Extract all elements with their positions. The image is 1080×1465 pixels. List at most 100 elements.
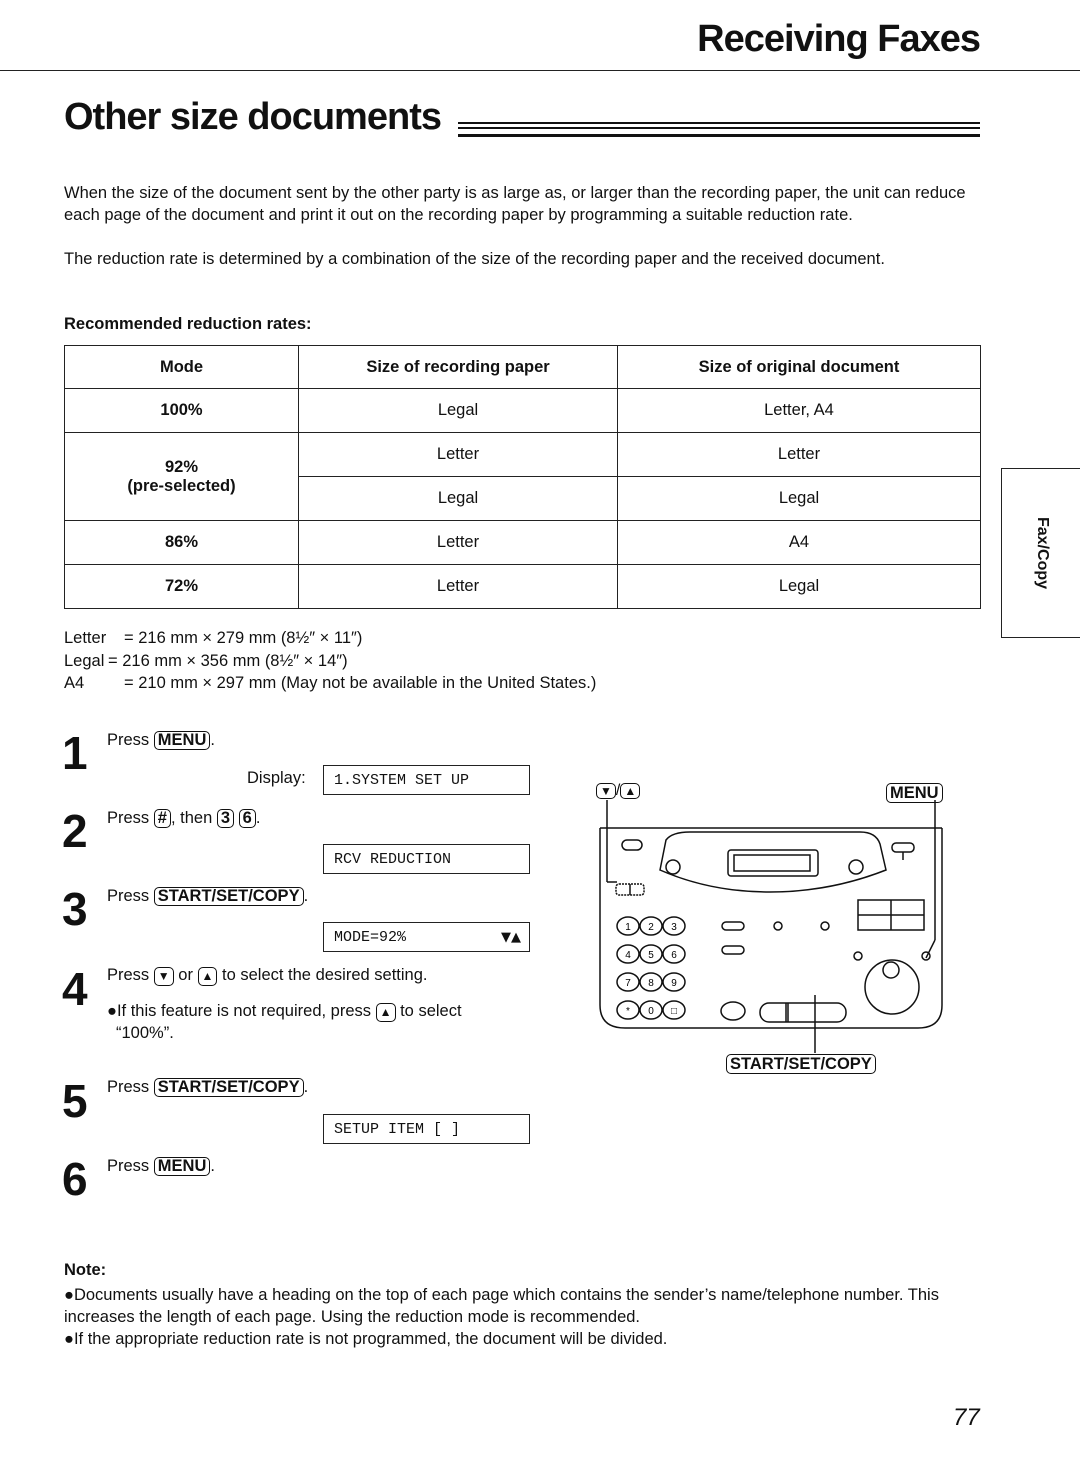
step-suffix: . xyxy=(210,1157,215,1175)
mode-note: (pre-selected) xyxy=(127,476,236,495)
size-name: Letter xyxy=(64,629,107,647)
bullet-text: ●If this feature is not required, press xyxy=(107,1002,372,1020)
step-6-text: Press MENU. xyxy=(107,1157,215,1176)
size-definition: A4 = 210 mm × 297 mm (May not be availabl… xyxy=(64,672,596,695)
step-prefix: Press xyxy=(107,1157,150,1175)
start-set-copy-key: START/SET/COPY xyxy=(153,1078,304,1097)
step-1-text: Press MENU. xyxy=(107,731,215,750)
size-value: = 210 mm × 297 mm (May not be available … xyxy=(124,674,597,692)
paper-cell: Letter xyxy=(298,564,618,609)
table-row: 72% Letter Legal xyxy=(64,564,981,609)
speaker-slot-right xyxy=(891,842,915,853)
keypad-key-label: 9 xyxy=(671,978,677,989)
keypad-key-label: 0 xyxy=(648,1006,654,1017)
title-rule xyxy=(458,122,980,137)
hash-key: # xyxy=(153,809,171,828)
table-row: 92% (pre-selected) Letter Letter xyxy=(64,432,981,521)
keypad-key-label: 8 xyxy=(648,978,654,989)
step-4-bullet: ●If this feature is not required, press … xyxy=(107,1000,537,1044)
table-row: 86% Letter A4 xyxy=(64,520,981,565)
step-4-text: Press ▼ or ▲ to select the desired setti… xyxy=(107,966,427,986)
step-number: 3 xyxy=(62,883,88,935)
column-header: Size of original document xyxy=(617,345,981,389)
paper-cell: Letter xyxy=(298,432,618,477)
lcd-display: 1.SYSTEM SET UP xyxy=(323,765,530,795)
table-caption: Recommended reduction rates: xyxy=(64,315,312,333)
step-5-text: Press START/SET/COPY. xyxy=(107,1078,308,1097)
step-3-text: Press START/SET/COPY. xyxy=(107,887,308,906)
original-cell: Legal xyxy=(617,476,981,521)
header-divider xyxy=(0,70,1080,71)
step-suffix: to select the desired setting. xyxy=(222,966,428,984)
function-key xyxy=(721,945,745,955)
table-row: 100% Legal Letter, A4 xyxy=(64,388,981,433)
size-definition: Letter = 216 mm × 279 mm (8½″ × 11″) xyxy=(64,627,596,650)
section-title: Receiving Faxes xyxy=(697,18,981,60)
step-prefix: Press xyxy=(107,887,150,905)
fax-panel-drawing: 1 2 3 4 5 6 7 8 9 * 0 □ xyxy=(599,800,943,1053)
step-number: 6 xyxy=(62,1153,88,1205)
step-suffix: . xyxy=(303,887,309,905)
note-item: ●If the appropriate reduction rate is no… xyxy=(64,1330,668,1348)
step-prefix: Press xyxy=(107,966,150,984)
keypad-key-label: 1 xyxy=(625,922,631,933)
start-set-copy-key: START/SET/COPY xyxy=(153,887,304,906)
step-prefix: Press xyxy=(107,809,150,827)
size-name: Legal xyxy=(64,651,105,670)
step-joiner: or xyxy=(178,966,193,984)
speaker-slot-left xyxy=(621,839,643,851)
panel-button xyxy=(848,859,864,875)
original-cell: A4 xyxy=(617,520,981,565)
page-number: 77 xyxy=(953,1404,980,1431)
up-arrow-key: ▲ xyxy=(197,967,218,986)
keypad-key-label: 6 xyxy=(671,950,677,961)
paper-cell: Legal xyxy=(298,388,618,433)
mode-cell: 72% xyxy=(64,564,299,609)
step-suffix: . xyxy=(255,809,261,827)
start-set-copy-button xyxy=(759,1002,847,1023)
mode-cell: 86% xyxy=(64,520,299,565)
lcd-window xyxy=(727,849,819,877)
size-name: A4 xyxy=(64,674,85,692)
lcd-inner xyxy=(733,854,811,872)
display-label: Display: xyxy=(247,769,306,787)
note-item: ●Documents usually have a heading on the… xyxy=(64,1286,939,1326)
original-cell: Letter xyxy=(617,432,981,477)
size-value: = 216 mm × 356 mm (8½″ × 14″) xyxy=(108,651,348,670)
digit-key: 6 xyxy=(238,809,256,828)
step-prefix: Press xyxy=(107,731,150,749)
size-definitions: Letter = 216 mm × 279 mm (8½″ × 11″) Lega… xyxy=(64,627,596,695)
bullet-text: to select xyxy=(400,1002,462,1020)
keypad: 1 2 3 4 5 6 7 8 9 * 0 □ xyxy=(616,916,686,1020)
lcd-text: MODE=92% xyxy=(334,929,407,946)
side-tab-label: Fax/Copy xyxy=(1034,516,1051,590)
column-header: Size of recording paper xyxy=(298,345,618,389)
keypad-key-label: 5 xyxy=(648,950,654,961)
size-definition: Legal = 216 mm × 356 mm (8½″ × 14″) xyxy=(64,650,596,673)
digit-key: 3 xyxy=(216,809,235,828)
reduction-rates-table: Mode Size of recording paper Size of ori… xyxy=(64,345,981,609)
navigator-dial xyxy=(864,959,920,1015)
intro-paragraph-1: When the size of the document sent by th… xyxy=(64,184,966,224)
lcd-display: RCV REDUCTION xyxy=(323,844,530,874)
keypad-key-label: * xyxy=(626,1006,630,1017)
note-title: Note: xyxy=(64,1261,107,1279)
lcd-display: MODE=92% ▼▲ xyxy=(323,922,530,952)
panel-button xyxy=(665,859,681,875)
menu-key: MENU xyxy=(153,731,211,750)
function-key xyxy=(721,921,745,931)
keypad-key-label: 4 xyxy=(625,950,631,961)
fax-control-panel-diagram: ▼ / ▲ MENU START/SET/COPY 1 2 3 4 5 6 7 … xyxy=(580,770,960,1080)
keypad-key-label: □ xyxy=(671,1006,677,1017)
menu-key: MENU xyxy=(153,1157,211,1176)
up-arrow-key: ▲ xyxy=(375,1003,396,1022)
side-tab: Fax/Copy xyxy=(1001,468,1080,638)
step-prefix: Press xyxy=(107,1078,150,1096)
table-header-row: Mode Size of recording paper Size of ori… xyxy=(64,345,981,389)
step-number: 4 xyxy=(62,963,88,1015)
step-number: 2 xyxy=(62,805,88,857)
paper-cell: Legal xyxy=(298,476,618,521)
size-value: = 216 mm × 279 mm (8½″ × 11″) xyxy=(124,629,363,647)
keypad-key-label: 3 xyxy=(671,922,677,933)
original-cell: Letter, A4 xyxy=(617,388,981,433)
